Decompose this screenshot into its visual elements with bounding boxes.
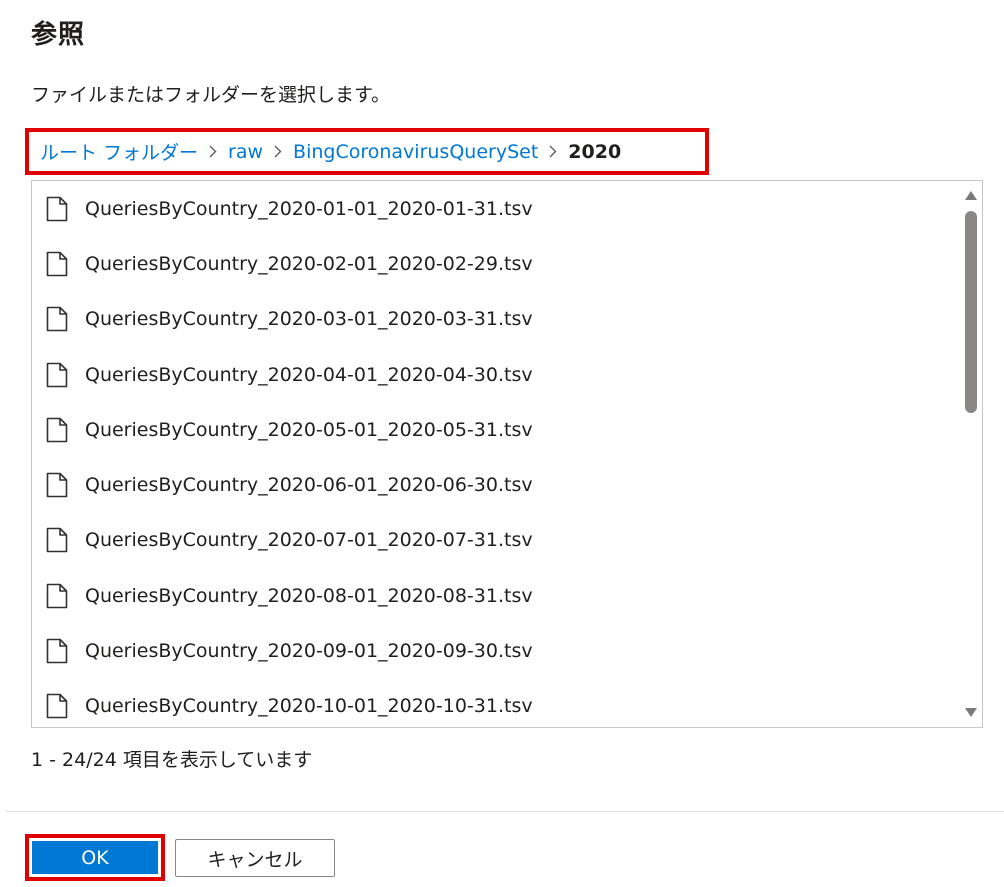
file-row[interactable]: QueriesByCountry_2020-09-01_2020-09-30.t…	[32, 623, 960, 678]
breadcrumb: ルート フォルダー raw BingCoronavirusQuerySet 20…	[25, 128, 709, 175]
file-row[interactable]: QueriesByCountry_2020-04-01_2020-04-30.t…	[32, 347, 960, 402]
footer-divider	[6, 811, 1004, 812]
file-icon	[46, 251, 68, 277]
file-name: QueriesByCountry_2020-05-01_2020-05-31.t…	[85, 418, 533, 441]
chevron-right-icon	[274, 145, 282, 158]
file-name: QueriesByCountry_2020-02-01_2020-02-29.t…	[85, 252, 533, 275]
file-row[interactable]: QueriesByCountry_2020-07-01_2020-07-31.t…	[32, 513, 960, 568]
scroll-down-arrow-icon[interactable]	[965, 708, 977, 717]
breadcrumb-root-folder[interactable]: ルート フォルダー	[40, 138, 198, 165]
file-icon	[46, 417, 68, 443]
dialog-description: ファイルまたはフォルダーを選択します。	[31, 84, 391, 106]
scrollbar[interactable]	[960, 181, 982, 727]
file-icon	[46, 528, 68, 553]
breadcrumb-bingcoronavirusqueryset[interactable]: BingCoronavirusQuerySet	[293, 141, 538, 163]
scroll-up-arrow-icon[interactable]	[965, 191, 977, 200]
file-list[interactable]: QueriesByCountry_2020-01-01_2020-01-31.t…	[31, 180, 983, 728]
ok-button[interactable]: OK	[32, 841, 158, 874]
file-icon	[46, 362, 68, 387]
cancel-button[interactable]: キャンセル	[175, 839, 335, 877]
file-icon	[46, 638, 68, 664]
file-name: QueriesByCountry_2020-09-01_2020-09-30.t…	[85, 640, 533, 663]
breadcrumb-raw[interactable]: raw	[228, 141, 263, 163]
file-name: QueriesByCountry_2020-10-01_2020-10-31.t…	[85, 695, 533, 718]
chevron-right-icon	[549, 145, 557, 158]
file-row[interactable]: QueriesByCountry_2020-02-01_2020-02-29.t…	[32, 236, 960, 291]
dialog-title: 参照	[31, 20, 86, 50]
file-name: QueriesByCountry_2020-04-01_2020-04-30.t…	[85, 363, 533, 386]
breadcrumb-current-2020: 2020	[568, 140, 622, 163]
file-icon	[46, 306, 68, 332]
file-row[interactable]: QueriesByCountry_2020-01-01_2020-01-31.t…	[32, 181, 960, 236]
file-row[interactable]: QueriesByCountry_2020-05-01_2020-05-31.t…	[32, 402, 960, 457]
ok-button-highlight: OK	[25, 834, 165, 881]
file-row[interactable]: QueriesByCountry_2020-03-01_2020-03-31.t…	[32, 292, 960, 347]
file-icon	[46, 196, 68, 221]
scroll-thumb[interactable]	[965, 211, 977, 413]
file-name: QueriesByCountry_2020-08-01_2020-08-31.t…	[85, 584, 533, 607]
file-icon	[46, 472, 68, 498]
file-row[interactable]: QueriesByCountry_2020-06-01_2020-06-30.t…	[32, 457, 960, 512]
file-name: QueriesByCountry_2020-06-01_2020-06-30.t…	[85, 474, 533, 497]
file-icon	[46, 694, 68, 719]
file-name: QueriesByCountry_2020-01-01_2020-01-31.t…	[85, 197, 533, 220]
file-row[interactable]: QueriesByCountry_2020-10-01_2020-10-31.t…	[32, 679, 960, 727]
file-name: QueriesByCountry_2020-07-01_2020-07-31.t…	[85, 529, 533, 552]
file-row[interactable]: QueriesByCountry_2020-08-01_2020-08-31.t…	[32, 568, 960, 623]
file-list-items: QueriesByCountry_2020-01-01_2020-01-31.t…	[32, 181, 960, 727]
item-count-status: 1 - 24/24 項目を表示しています	[31, 749, 313, 771]
chevron-right-icon	[209, 145, 217, 158]
file-icon	[46, 583, 68, 609]
file-name: QueriesByCountry_2020-03-01_2020-03-31.t…	[85, 308, 533, 331]
